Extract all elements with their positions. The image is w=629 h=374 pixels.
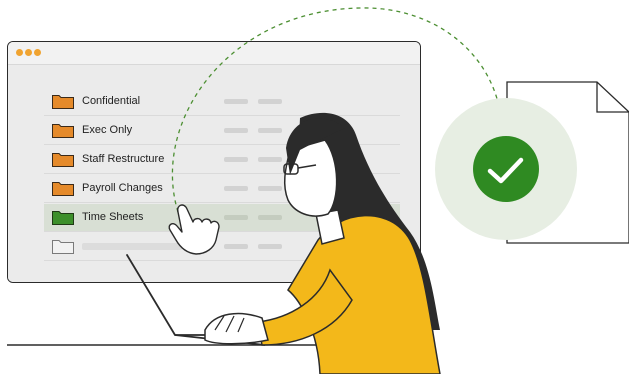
- woman-illustration: [204, 112, 441, 374]
- illustration: [7, 7, 629, 374]
- pointer-hand-icon: [168, 204, 220, 255]
- checkmark-icon: [473, 136, 539, 202]
